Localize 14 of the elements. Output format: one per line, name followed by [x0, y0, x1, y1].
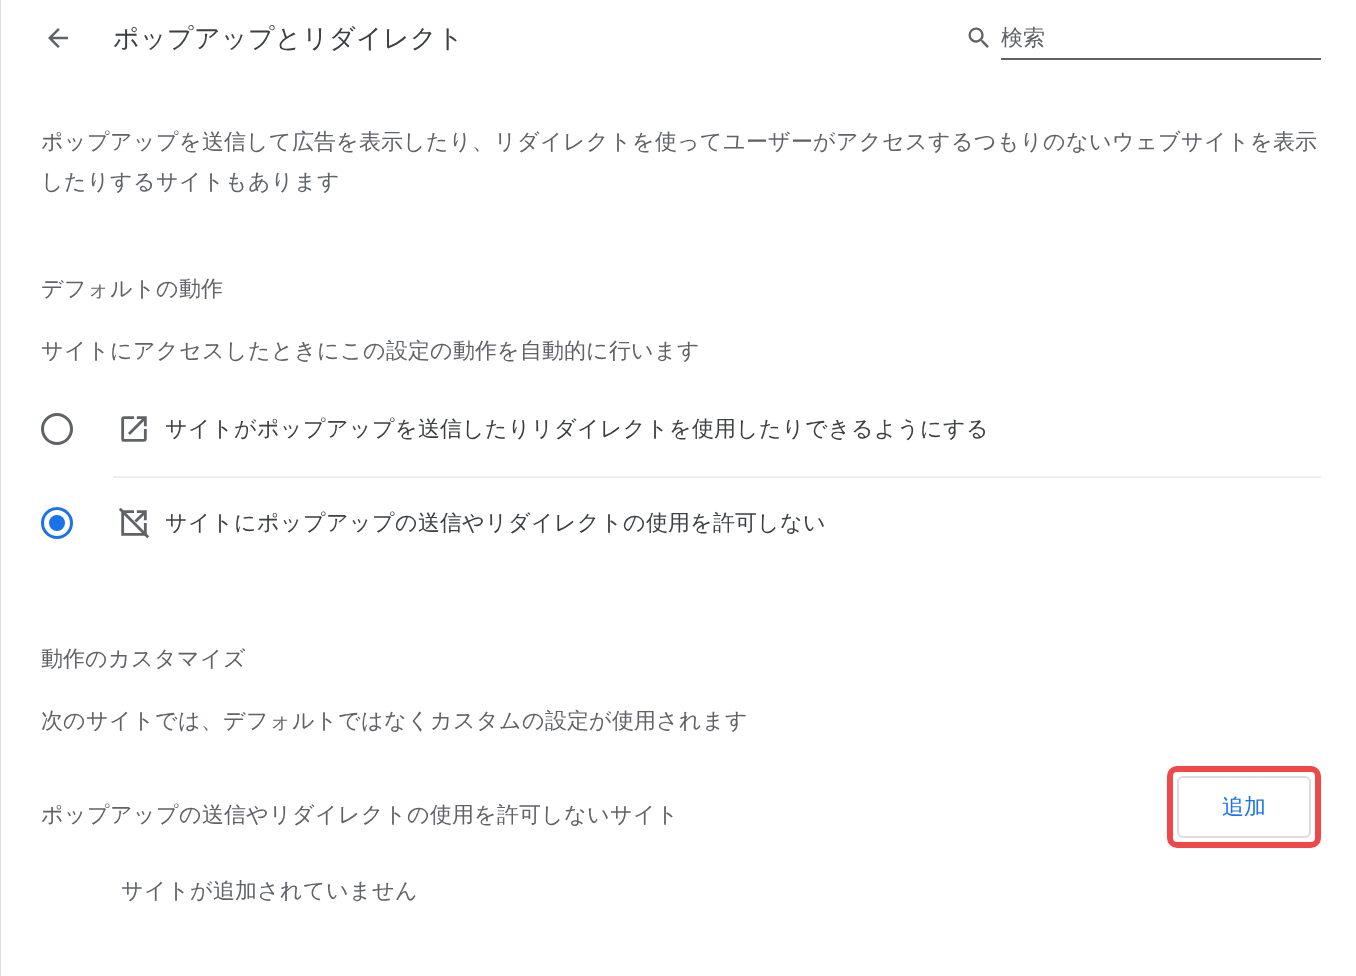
option-label: サイトにポップアップの送信やリダイレクトの使用を許可しない — [165, 509, 826, 537]
section-subtitle: サイトにアクセスしたときにこの設定の動作を自動的に行います — [41, 337, 701, 365]
radio-button[interactable] — [41, 413, 73, 445]
blocked-open-in-new-icon — [117, 506, 151, 540]
option-label: サイトがポップアップを送信したりリダイレクトを使用したりできるようにする — [165, 415, 989, 443]
add-button[interactable]: 追加 — [1177, 776, 1311, 838]
section-heading: 動作のカスタマイズ — [41, 645, 247, 673]
section-subtitle: 次のサイトでは、デフォルトではなくカスタムの設定が使用されます — [41, 707, 749, 735]
list-title: ポップアップの送信やリダイレクトの使用を許可しないサイト — [41, 801, 679, 829]
empty-message: サイトが追加されていません — [121, 877, 419, 905]
radio-button[interactable] — [41, 507, 73, 539]
page-title: ポップアップとリダイレクト — [113, 21, 464, 55]
section-heading: デフォルトの動作 — [41, 275, 224, 303]
description-text: ポップアップを送信して広告を表示したり、リダイレクトを使ってユーザーがアクセスするつもりのないウェブサイトを表示したりするサイトもあります — [41, 128, 1318, 196]
